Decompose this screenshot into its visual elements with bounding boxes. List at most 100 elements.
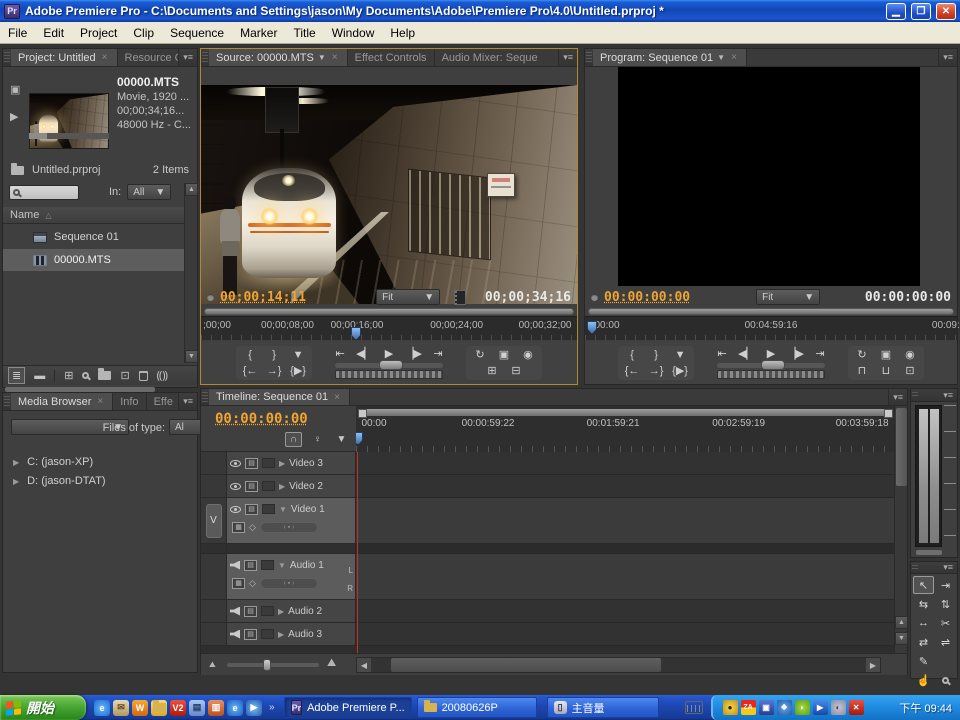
tray-zonealarm-icon[interactable]: ZA <box>741 700 756 715</box>
panel-grip[interactable] <box>202 52 208 63</box>
collapse-triangle-icon[interactable]: ▶ <box>279 482 285 491</box>
source-zoom-dropdown[interactable]: Fit▼ <box>376 289 440 305</box>
tab-info[interactable]: Info <box>113 393 146 410</box>
source-video-display[interactable] <box>201 85 577 304</box>
chevron-down-icon[interactable]: ▼ <box>318 53 326 62</box>
book-icon[interactable]: ▥ <box>208 700 224 716</box>
selection-tool[interactable]: ↖ <box>913 576 934 594</box>
display-style-icon[interactable]: ▦ <box>232 522 245 533</box>
set-marker-button[interactable]: ▼ <box>290 348 306 362</box>
loop-button[interactable]: ↻ <box>854 348 870 362</box>
go-to-next-button[interactable]: ⇥ <box>812 347 828 361</box>
set-marker-button[interactable]: ▼ <box>672 348 688 362</box>
quick-launch-overflow-icon[interactable]: » <box>269 702 275 713</box>
panel-grip[interactable] <box>4 396 10 407</box>
collapse-triangle-icon[interactable]: ▼ <box>279 505 287 514</box>
close-tab-icon[interactable]: × <box>332 392 342 403</box>
panel-grip[interactable] <box>912 392 918 398</box>
program-time-ruler[interactable]: 00:00 00:04:59:16 00:09: <box>585 316 957 340</box>
keyframe-nav-capsule[interactable]: ‹ ▪ › <box>260 522 318 533</box>
shuttle-slider[interactable] <box>717 363 825 368</box>
panel-menu-icon[interactable]: ▾≡ <box>939 562 957 573</box>
zoom-in-mountain-icon[interactable]: ⛰ <box>327 657 336 670</box>
panel-menu-icon[interactable]: ▾≡ <box>889 389 907 405</box>
menu-help[interactable]: Help <box>382 23 423 43</box>
track-content[interactable] <box>356 623 895 646</box>
overlay-button[interactable]: ⊟ <box>508 364 524 378</box>
safe-margins-button[interactable]: ▣ <box>496 348 512 362</box>
collapse-triangle-icon[interactable]: ▼ <box>278 561 286 570</box>
zoom-tool[interactable] <box>935 671 956 689</box>
expand-triangle-icon[interactable]: ▶ <box>13 458 19 467</box>
meter-scrollbar[interactable] <box>916 550 942 555</box>
display-style-icon[interactable]: ▦ <box>232 578 245 589</box>
minimize-button[interactable]: ▁ <box>886 3 906 20</box>
panel-menu-icon[interactable]: ▾≡ <box>559 49 577 66</box>
panel-grip[interactable] <box>586 52 592 63</box>
menu-edit[interactable]: Edit <box>35 23 72 43</box>
preview-thumbnail[interactable] <box>29 93 109 149</box>
menu-window[interactable]: Window <box>324 23 383 43</box>
program-current-timecode[interactable]: 00:00:00:00 <box>604 290 690 305</box>
tab-program[interactable]: Program: Sequence 01▼ × <box>593 49 747 66</box>
close-tab-icon[interactable]: × <box>729 52 739 63</box>
panel-menu-icon[interactable]: ▾≡ <box>939 389 957 401</box>
play-preview-icon[interactable]: ▶ <box>10 110 20 123</box>
tab-effect-controls[interactable]: Effect Controls <box>348 49 435 66</box>
menu-project[interactable]: Project <box>72 23 125 43</box>
internet-explorer-icon[interactable]: e <box>94 700 110 716</box>
track-lock-toggle[interactable] <box>262 458 275 468</box>
taskbar-task-folder[interactable]: 20080626P <box>417 697 537 718</box>
tray-utility-icon[interactable]: ◐ <box>831 700 846 715</box>
step-back-button[interactable]: ◀▏ <box>356 347 373 361</box>
taskbar-clock[interactable]: 下午 09:44 <box>899 700 952 716</box>
tray-player-icon[interactable]: ▶ <box>813 700 828 715</box>
tray-nvidia-icon[interactable]: ◗ <box>795 700 810 715</box>
set-display-style-icon[interactable]: ▤ <box>245 504 258 515</box>
folder-icon[interactable] <box>151 700 167 716</box>
unnumbered-marker-button[interactable]: ▼ <box>333 432 350 447</box>
v2-antivirus-icon[interactable]: V2 <box>170 700 186 716</box>
scroll-right-icon[interactable]: ▶ <box>866 658 880 672</box>
menu-file[interactable]: File <box>0 23 35 43</box>
expand-triangle-icon[interactable]: ▶ <box>13 477 19 486</box>
go-to-previous-button[interactable]: ⇤ <box>332 347 348 361</box>
taskbar-task-premiere[interactable]: Pr Adobe Premiere P... <box>284 697 412 718</box>
go-to-previous-button[interactable]: ⇤ <box>714 347 730 361</box>
set-in-point-button[interactable]: { <box>242 348 258 362</box>
scroll-up-icon[interactable]: ▲ <box>895 616 908 629</box>
track-lock-toggle[interactable] <box>261 560 274 570</box>
language-keyboard-icon[interactable] <box>685 701 703 714</box>
track-content[interactable] <box>356 475 895 498</box>
snap-toggle-button[interactable]: ∩ <box>285 432 302 447</box>
ripple-edit-tool[interactable]: ⇆ <box>913 595 934 613</box>
timeline-cti-line[interactable] <box>357 452 358 653</box>
preview-scrubber[interactable] <box>29 133 109 139</box>
program-view-area-bar[interactable] <box>588 308 954 315</box>
set-in-point-button[interactable]: { <box>624 348 640 362</box>
output-button[interactable]: ◉ <box>520 348 536 362</box>
tab-media-browser[interactable]: Media Browser× <box>11 393 113 410</box>
automate-to-sequence-button[interactable]: ⊞ <box>64 369 73 382</box>
toggle-track-output-icon[interactable] <box>230 506 241 513</box>
restore-button[interactable]: ❐ <box>911 3 931 20</box>
source-playhead[interactable] <box>351 327 361 340</box>
taskbar-task-volume[interactable]: ▯ 主音量 <box>547 697 659 718</box>
mail-icon[interactable]: ✉ <box>113 700 129 716</box>
browser-icon[interactable]: e <box>227 700 243 716</box>
track-lock-toggle[interactable] <box>261 606 274 616</box>
menu-marker[interactable]: Marker <box>232 23 285 43</box>
menu-clip[interactable]: Clip <box>125 23 162 43</box>
go-to-in-button[interactable]: {← <box>624 364 640 378</box>
timeline-horizontal-scrollbar[interactable]: ◀ ▶ <box>356 657 881 673</box>
track-select-tool[interactable]: ⇥ <box>935 576 956 594</box>
source-current-timecode[interactable]: 00;00;14;11 <box>220 290 306 305</box>
tab-audio-mixer[interactable]: Audio Mixer: Seque <box>435 49 560 66</box>
close-tab-icon[interactable]: × <box>95 396 105 407</box>
scroll-left-icon[interactable]: ◀ <box>357 658 371 672</box>
tab-effects[interactable]: Effe <box>147 393 180 410</box>
collapse-triangle-icon[interactable]: ▶ <box>278 607 284 616</box>
track-lock-toggle[interactable] <box>261 629 274 639</box>
output-button[interactable]: ◉ <box>902 348 918 362</box>
speaker-icon[interactable] <box>230 630 240 639</box>
